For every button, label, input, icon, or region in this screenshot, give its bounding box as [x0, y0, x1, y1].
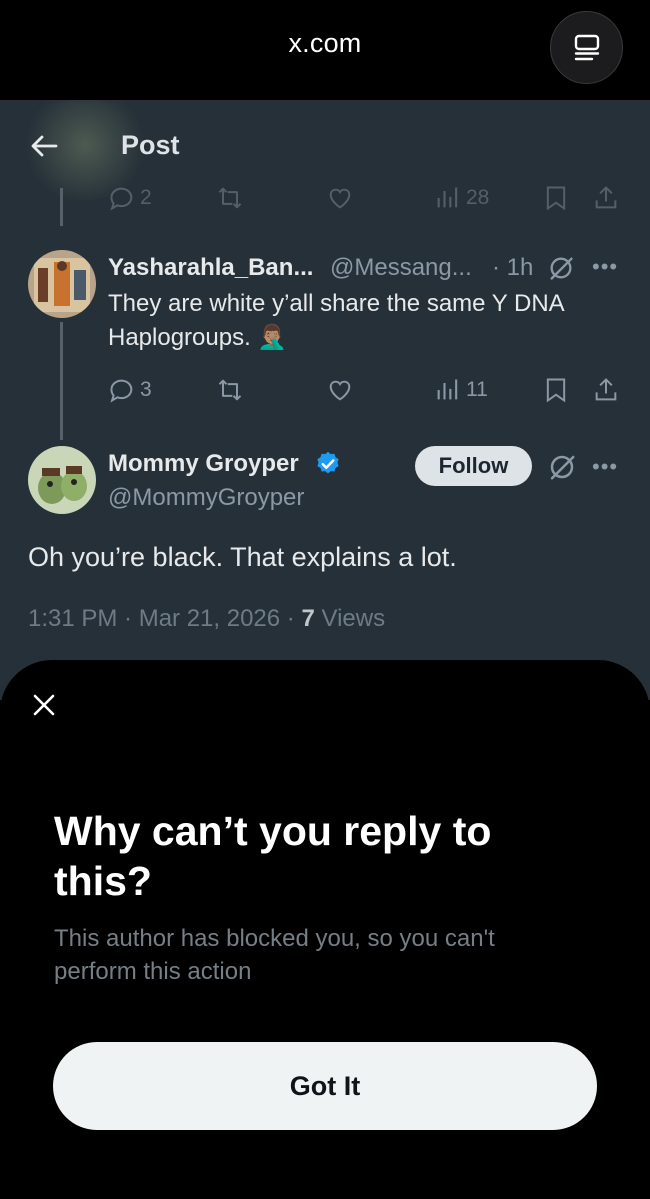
share-icon — [595, 186, 617, 209]
follow-button[interactable]: Follow — [415, 446, 532, 486]
thread-line — [60, 188, 63, 226]
grok-icon[interactable] — [547, 452, 577, 482]
reply-count: 3 — [140, 378, 152, 401]
repost-button[interactable] — [216, 182, 244, 214]
more-options-icon[interactable]: ••• — [592, 454, 618, 480]
views-count: 11 — [466, 378, 488, 401]
reply-tweet-actions: 3 11 — [108, 374, 628, 406]
reply-icon — [110, 187, 133, 211]
share-icon — [595, 378, 617, 401]
got-it-button[interactable]: Got It — [53, 1042, 597, 1130]
tweet-text-line: Haplogroups. 🤦🏽‍♂️ — [108, 324, 288, 351]
avatar-image — [28, 250, 96, 318]
bookmark-button[interactable] — [542, 374, 570, 406]
close-icon — [33, 694, 55, 716]
reply-icon — [110, 379, 133, 403]
sheet-description: This author has blocked you, so you can'… — [54, 925, 495, 985]
post-metadata: 1:31 PM · Mar 21, 2026 · 7 Views — [28, 605, 385, 633]
reply-restriction-sheet: Why can’t you reply to this? This author… — [0, 660, 650, 1199]
post-header: Post — [0, 100, 650, 188]
browser-toolbar: x.com — [0, 0, 650, 100]
bookmark-icon — [546, 186, 566, 211]
reply-count: 2 — [140, 186, 152, 209]
views-label: Views — [314, 605, 386, 632]
analytics-icon — [437, 379, 458, 400]
heart-icon — [329, 188, 351, 209]
tweet-text: Oh you’re black. That explains a lot. — [28, 542, 457, 572]
share-button[interactable] — [592, 374, 620, 406]
avatar[interactable] — [28, 250, 96, 318]
page-title: Post — [121, 130, 180, 160]
reply-button[interactable]: 2 — [108, 182, 152, 214]
like-button[interactable] — [326, 182, 354, 214]
views-count: 28 — [466, 186, 490, 209]
avatar-image — [28, 446, 96, 514]
views-button[interactable]: 11 — [434, 374, 488, 406]
bookmark-button[interactable] — [542, 182, 570, 214]
post-timestamp[interactable]: 1:31 PM · Mar 21, 2026 · — [28, 605, 301, 632]
like-button[interactable] — [326, 374, 354, 406]
repost-button[interactable] — [216, 374, 244, 406]
grok-icon[interactable] — [547, 254, 575, 282]
author-name[interactable]: Yasharahla_Ban... — [108, 254, 313, 282]
thread-line — [60, 322, 63, 440]
repost-icon — [218, 379, 242, 401]
tabs-button[interactable] — [550, 11, 623, 84]
share-button[interactable] — [592, 182, 620, 214]
reply-button[interactable]: 3 — [108, 374, 152, 406]
heart-icon — [329, 380, 351, 401]
bookmark-icon — [546, 378, 566, 403]
analytics-icon — [437, 187, 458, 208]
tweet-text-line: They are white y’all share the same Y DN… — [108, 290, 565, 317]
sheet-title: Why can’t you reply to this? — [54, 808, 492, 904]
views-count: 7 — [301, 605, 315, 632]
author-name[interactable]: Mommy Groyper — [108, 450, 299, 478]
more-options-icon[interactable]: ••• — [592, 254, 618, 280]
author-handle[interactable]: @MommyGroyper — [108, 484, 304, 512]
arrow-left-icon[interactable] — [28, 130, 60, 162]
avatar[interactable] — [28, 446, 96, 514]
repost-icon — [218, 187, 242, 209]
tabs-icon — [574, 34, 599, 60]
author-handle[interactable]: @Messang... — [330, 254, 472, 282]
close-button[interactable] — [26, 687, 62, 723]
views-button[interactable]: 28 — [434, 182, 489, 214]
prev-tweet-actions: 2 28 — [108, 182, 628, 214]
verified-badge-icon — [317, 451, 339, 474]
post-time: · 1h — [492, 254, 534, 281]
post-page: Post 2 28 Yasharahla_Ban... @Messang... … — [0, 100, 650, 700]
